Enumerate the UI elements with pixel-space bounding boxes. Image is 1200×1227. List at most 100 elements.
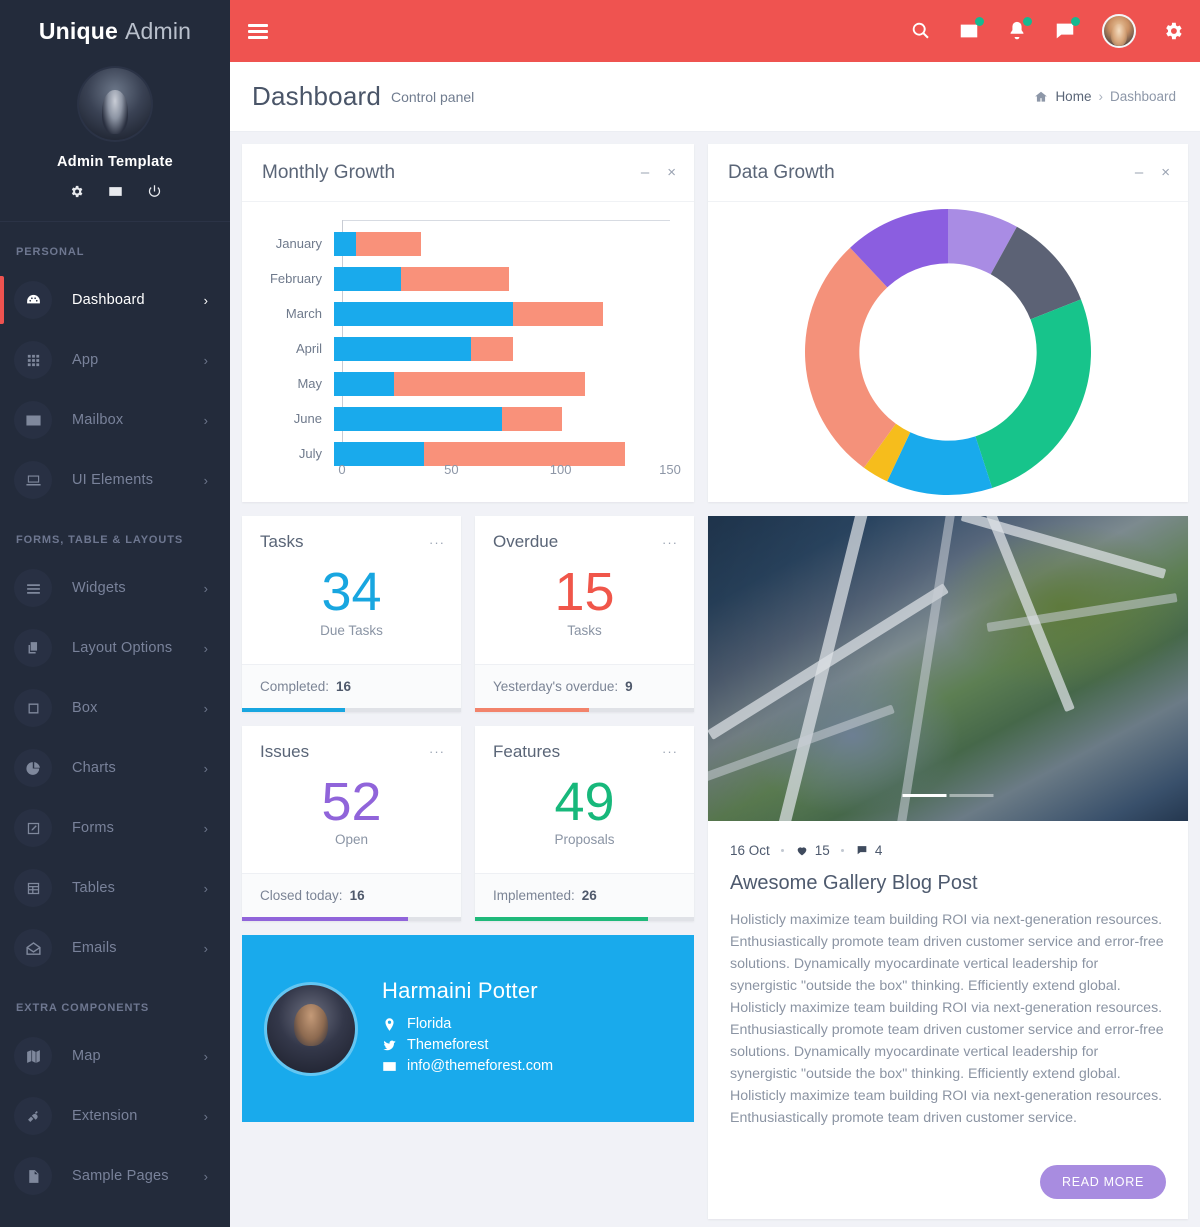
bar-segment[interactable] xyxy=(513,301,603,326)
heart-icon xyxy=(795,844,809,857)
bar-category-label: May xyxy=(297,376,322,391)
more-options-icon[interactable]: ··· xyxy=(429,744,445,759)
stat-header: Tasks ··· xyxy=(242,516,461,552)
left-column: Tasks ··· 34 Due Tasks Completed: 16 Ove… xyxy=(242,516,694,1123)
profile-email: info@themeforest.com xyxy=(382,1058,553,1074)
sidebar-item-label: App xyxy=(72,352,99,368)
sidebar-item-tables[interactable]: Tables › xyxy=(0,858,230,918)
bar-segment[interactable] xyxy=(356,231,422,256)
donut-segment[interactable] xyxy=(975,299,1091,489)
bar-category-label: March xyxy=(285,306,322,321)
bars-icon xyxy=(14,569,52,607)
gear-icon[interactable] xyxy=(1162,20,1184,42)
stat-title: Overdue xyxy=(493,532,559,551)
envelope-icon xyxy=(14,401,52,439)
sidebar-item-emails[interactable]: Emails › xyxy=(0,918,230,978)
sidebar-item-widgets[interactable]: Widgets › xyxy=(0,558,230,618)
bar-track xyxy=(334,371,670,396)
bar-category-label: April xyxy=(295,341,322,356)
chevron-right-icon: › xyxy=(203,820,208,836)
sidebar-item-ui-elements[interactable]: UI Elements › xyxy=(0,450,230,510)
sidebar-item-map[interactable]: Map › xyxy=(0,1026,230,1086)
stat-footer: Closed today: 16 xyxy=(242,873,461,918)
sidebar-item-forms[interactable]: Forms › xyxy=(0,798,230,858)
gear-icon[interactable] xyxy=(69,184,84,199)
sidebar-item-label: UI Elements xyxy=(72,472,154,488)
envelope-icon[interactable] xyxy=(958,17,984,42)
sidebar-item-mailbox[interactable]: Mailbox › xyxy=(0,390,230,450)
blog-comments-count: 4 xyxy=(874,843,883,858)
bar-segment[interactable] xyxy=(401,266,509,291)
nav-section-title-extra: EXTRA COMPONENTS xyxy=(16,1002,150,1014)
bar-segment[interactable] xyxy=(334,336,471,361)
card-header: Monthly Growth – × xyxy=(242,144,694,202)
sidebar-profile: Admin Template xyxy=(0,62,230,221)
bar-segment[interactable] xyxy=(394,371,585,396)
stat-foot-value: 26 xyxy=(581,888,597,904)
bell-icon[interactable] xyxy=(1006,17,1032,42)
sidebar-item-extension[interactable]: Extension › xyxy=(0,1086,230,1146)
card-title: Monthly Growth xyxy=(262,161,396,183)
more-options-icon[interactable]: ··· xyxy=(429,535,445,550)
more-options-icon[interactable]: ··· xyxy=(662,535,678,550)
sidebar-item-label: Emails xyxy=(72,940,117,956)
user-avatar[interactable] xyxy=(1102,14,1136,48)
sidebar-item-app[interactable]: App › xyxy=(0,330,230,390)
stat-body: 52 Open xyxy=(242,762,461,874)
breadcrumb-separator: › xyxy=(1098,89,1103,104)
chevron-right-icon: › xyxy=(203,880,208,896)
bar-rows: January February March April May June July xyxy=(254,226,670,466)
plug-icon xyxy=(14,1097,52,1135)
stat-foot-label: Closed today: xyxy=(260,888,343,904)
bar-row: June xyxy=(254,401,670,436)
map-icon xyxy=(14,1037,52,1075)
stat-foot-label: Completed: xyxy=(260,678,330,694)
bar-segment[interactable] xyxy=(334,371,395,396)
brand-logo[interactable]: Unique Admin xyxy=(0,0,230,62)
meta-separator xyxy=(780,849,784,852)
chat-icon[interactable] xyxy=(1054,17,1080,42)
breadcrumb-home[interactable]: Home xyxy=(1055,89,1091,104)
close-icon[interactable]: × xyxy=(667,165,676,180)
minimize-icon[interactable]: – xyxy=(641,165,649,180)
stat-value: 15 xyxy=(554,562,615,622)
bar-segment[interactable] xyxy=(334,266,402,291)
stat-caption: Due Tasks xyxy=(320,622,383,638)
bar-segment[interactable] xyxy=(470,336,514,361)
x-axis-tick-label: 150 xyxy=(659,462,681,477)
close-icon[interactable]: × xyxy=(1161,165,1170,180)
envelope-icon[interactable] xyxy=(108,184,123,199)
x-axis-tick-label: 0 xyxy=(338,462,346,477)
bar-segment[interactable] xyxy=(334,231,357,256)
carousel-dot-2[interactable] xyxy=(949,794,994,797)
top-navbar xyxy=(230,0,1200,62)
carousel-dot-1[interactable] xyxy=(902,794,947,797)
comment-icon xyxy=(855,844,869,857)
sidebar-item-charts[interactable]: Charts › xyxy=(0,738,230,798)
menu-toggle-icon[interactable] xyxy=(248,21,268,42)
more-options-icon[interactable]: ··· xyxy=(662,744,678,759)
stat-grid-bottom: Issues ··· 52 Open Closed today: 16 Feat… xyxy=(242,725,694,922)
sidebar-item-dashboard[interactable]: Dashboard › xyxy=(0,270,230,330)
minimize-icon[interactable]: – xyxy=(1135,165,1143,180)
sidebar-item-box[interactable]: Box › xyxy=(0,678,230,738)
bar-category-label: July xyxy=(298,446,322,461)
sidebar-item-label: Extension xyxy=(72,1108,138,1124)
stat-value: 52 xyxy=(321,771,382,832)
page-subtitle: Control panel xyxy=(391,88,475,105)
bar-segment[interactable] xyxy=(334,301,514,326)
stat-value: 34 xyxy=(321,562,382,622)
stat-footer: Yesterday's overdue: 9 xyxy=(475,663,694,708)
power-icon[interactable] xyxy=(147,184,162,199)
bar-segment[interactable] xyxy=(334,406,502,431)
sidebar-item-sample-pages[interactable]: Sample Pages › xyxy=(0,1146,230,1206)
sidebar-item-layout-options[interactable]: Layout Options › xyxy=(0,618,230,678)
profile-banner: Harmaini Potter Florida Themeforest info… xyxy=(242,935,694,1123)
blog-comments: 4 xyxy=(855,843,883,858)
square-icon xyxy=(14,689,52,727)
read-more-button[interactable]: READ MORE xyxy=(1039,1165,1166,1199)
carousel-indicator[interactable] xyxy=(902,794,994,797)
bar-segment[interactable] xyxy=(502,406,563,431)
stat-body: 49 Proposals xyxy=(475,762,694,874)
search-icon[interactable] xyxy=(910,20,932,42)
